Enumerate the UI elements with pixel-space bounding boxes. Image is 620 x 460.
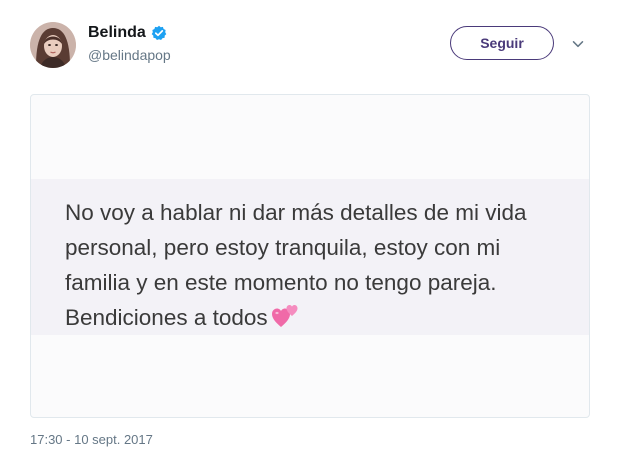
avatar-image bbox=[30, 22, 76, 68]
verified-badge-icon bbox=[151, 25, 167, 41]
avatar[interactable] bbox=[30, 22, 76, 68]
tweet-card: Belinda @belindapop Seguir No voy a habl… bbox=[0, 0, 620, 460]
quote-line: No voy a hablar ni dar más detalles de m… bbox=[65, 200, 527, 225]
quote-line: personal, pero estoy tranquila, estoy co… bbox=[65, 235, 501, 260]
quote-line: Bendiciones a todos bbox=[65, 305, 268, 330]
author-block: Belinda @belindapop bbox=[88, 22, 171, 63]
tweet-media-image[interactable]: No voy a hablar ni dar más detalles de m… bbox=[30, 94, 590, 418]
author-name[interactable]: Belinda bbox=[88, 24, 146, 42]
author-handle[interactable]: @belindapop bbox=[88, 47, 171, 63]
chevron-down-icon[interactable] bbox=[570, 36, 586, 52]
quote-line-last: Bendiciones a todos bbox=[65, 300, 575, 335]
two-hearts-icon bbox=[271, 303, 300, 329]
tweet-timestamp[interactable]: 17:30 - 10 sept. 2017 bbox=[30, 432, 153, 447]
quote-line: familia y en este momento no tengo parej… bbox=[65, 270, 497, 295]
media-quote-text: No voy a hablar ni dar más detalles de m… bbox=[65, 195, 575, 335]
follow-button[interactable]: Seguir bbox=[450, 26, 554, 60]
author-name-row: Belinda bbox=[88, 22, 171, 44]
